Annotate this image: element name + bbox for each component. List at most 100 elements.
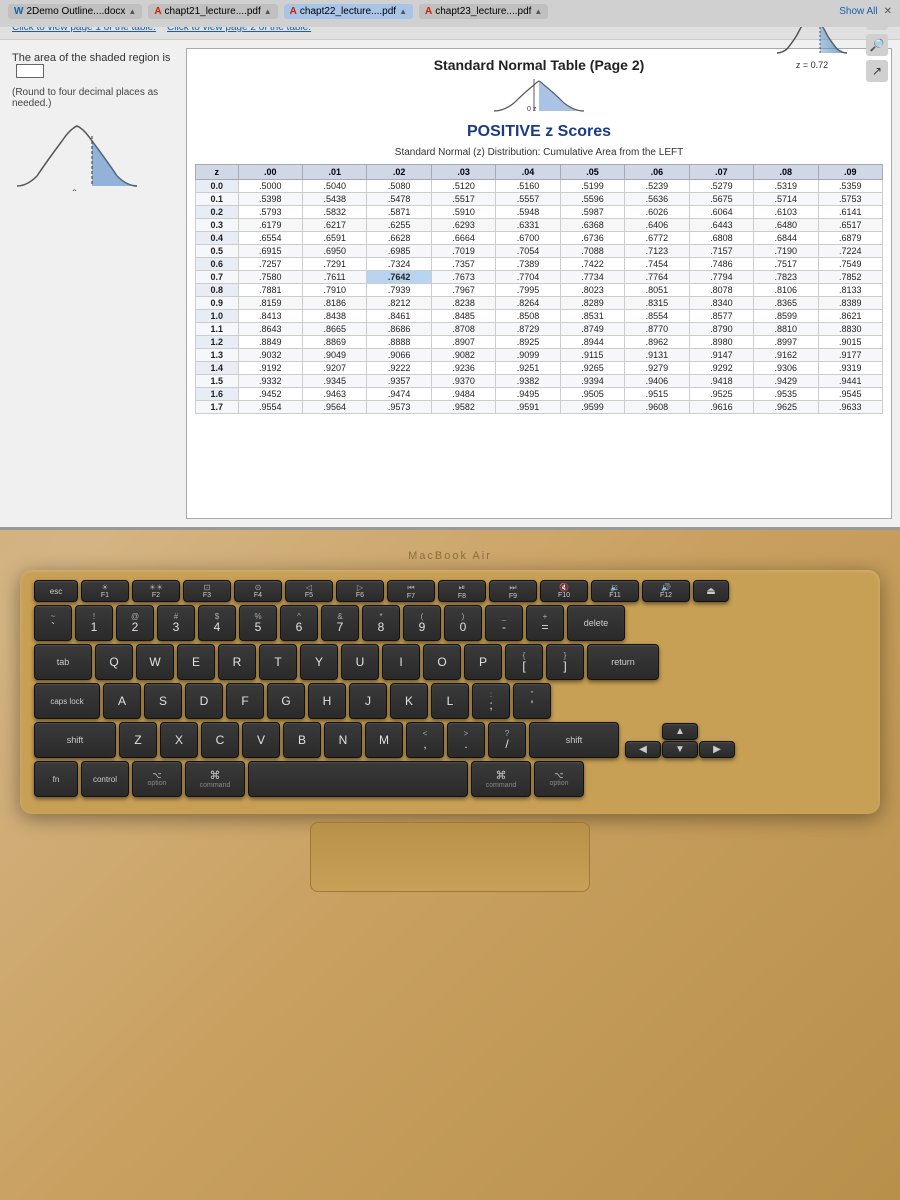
key-2[interactable]: @2 xyxy=(116,605,154,641)
table-cell: .9429 xyxy=(754,375,818,388)
key-e[interactable]: E xyxy=(177,644,215,680)
key-q[interactable]: Q xyxy=(95,644,133,680)
area-input[interactable] xyxy=(16,64,44,78)
key-x[interactable]: X xyxy=(160,722,198,758)
key-f10[interactable]: 🔇F10 xyxy=(540,580,588,602)
key-semicolon[interactable]: :; xyxy=(472,683,510,719)
table-cell: .5239 xyxy=(625,180,689,193)
key-backtick[interactable]: ~` xyxy=(34,605,72,641)
key-b[interactable]: B xyxy=(283,722,321,758)
key-comma[interactable]: <, xyxy=(406,722,444,758)
key-period[interactable]: >. xyxy=(447,722,485,758)
key-9[interactable]: (9 xyxy=(403,605,441,641)
key-1[interactable]: !1 xyxy=(75,605,113,641)
key-5[interactable]: %5 xyxy=(239,605,277,641)
key-f5[interactable]: ◁F5 xyxy=(285,580,333,602)
key-caps-lock[interactable]: caps lock xyxy=(34,683,100,719)
key-g[interactable]: G xyxy=(267,683,305,719)
taskbar-item-pdf3[interactable]: A chapt23_lecture....pdf ▲ xyxy=(419,4,548,19)
key-shift-left[interactable]: shift xyxy=(34,722,116,758)
key-v[interactable]: V xyxy=(242,722,280,758)
command-label-left: command xyxy=(200,782,231,789)
taskbar-item-pdf2[interactable]: A chapt22_lecture....pdf ▲ xyxy=(284,4,413,19)
table-cell: .8577 xyxy=(689,310,753,323)
table-cell: .5478 xyxy=(367,193,431,206)
key-power[interactable]: ⏏ xyxy=(693,580,729,602)
key-3[interactable]: #3 xyxy=(157,605,195,641)
key-f7[interactable]: ⏮F7 xyxy=(387,580,435,602)
key-p[interactable]: P xyxy=(464,644,502,680)
key-t[interactable]: T xyxy=(259,644,297,680)
key-f12[interactable]: 🔊F12 xyxy=(642,580,690,602)
key-o[interactable]: O xyxy=(423,644,461,680)
key-f3[interactable]: ⊡F3 xyxy=(183,580,231,602)
key-r[interactable]: R xyxy=(218,644,256,680)
key-8[interactable]: *8 xyxy=(362,605,400,641)
key-w[interactable]: W xyxy=(136,644,174,680)
key-j[interactable]: J xyxy=(349,683,387,719)
table-cell: .8944 xyxy=(560,336,624,349)
taskbar-item-docx[interactable]: W 2Demo Outline....docx ▲ xyxy=(8,4,142,19)
key-arrow-up[interactable]: ▲ xyxy=(662,723,698,740)
key-d[interactable]: D xyxy=(185,683,223,719)
external-link-icon[interactable]: ↗ xyxy=(866,60,888,82)
table-row: 0.9.8159.8186.8212.8238.8264.8289.8315.8… xyxy=(196,297,883,310)
key-7[interactable]: &7 xyxy=(321,605,359,641)
key-option-right[interactable]: ⌥ option xyxy=(534,761,584,797)
key-f4[interactable]: ⊙F4 xyxy=(234,580,282,602)
key-4[interactable]: $4 xyxy=(198,605,236,641)
touchpad[interactable] xyxy=(310,822,590,892)
key-f9[interactable]: ⏭F9 xyxy=(489,580,537,602)
key-0[interactable]: )0 xyxy=(444,605,482,641)
table-cell: .7794 xyxy=(689,271,753,284)
key-return[interactable]: return xyxy=(587,644,659,680)
key-c[interactable]: C xyxy=(201,722,239,758)
key-fn[interactable]: fn xyxy=(34,761,78,797)
zoom-in-icon[interactable]: 🔎 xyxy=(866,34,888,56)
key-option-left[interactable]: ⌥ option xyxy=(132,761,182,797)
key-f[interactable]: F xyxy=(226,683,264,719)
key-6[interactable]: ^6 xyxy=(280,605,318,641)
table-cell: .9505 xyxy=(560,388,624,401)
key-quote[interactable]: "' xyxy=(513,683,551,719)
key-bracket-right[interactable]: }] xyxy=(546,644,584,680)
key-tab[interactable]: tab xyxy=(34,644,92,680)
key-f8[interactable]: ⏯F8 xyxy=(438,580,486,602)
key-f2[interactable]: ☀☀F2 xyxy=(132,580,180,602)
key-z[interactable]: Z xyxy=(119,722,157,758)
key-space[interactable] xyxy=(248,761,468,797)
key-arrow-right[interactable]: ▶ xyxy=(699,741,735,758)
key-esc[interactable]: esc xyxy=(34,580,78,602)
key-f1[interactable]: ☀F1 xyxy=(81,580,129,602)
taskbar-item-pdf1[interactable]: A chapt21_lecture....pdf ▲ xyxy=(148,4,277,19)
key-command-left[interactable]: ⌘ command xyxy=(185,761,245,797)
key-l[interactable]: L xyxy=(431,683,469,719)
show-all-button[interactable]: Show All xyxy=(839,6,877,17)
key-u[interactable]: U xyxy=(341,644,379,680)
key-bracket-left[interactable]: {[ xyxy=(505,644,543,680)
key-minus[interactable]: _- xyxy=(485,605,523,641)
key-control[interactable]: control xyxy=(81,761,129,797)
key-slash[interactable]: ?/ xyxy=(488,722,526,758)
key-k[interactable]: K xyxy=(390,683,428,719)
key-arrow-left[interactable]: ◀ xyxy=(625,741,661,758)
key-f11[interactable]: 🔉F11 xyxy=(591,580,639,602)
table-cell: .9441 xyxy=(818,375,882,388)
key-shift-right[interactable]: shift xyxy=(529,722,619,758)
key-i[interactable]: I xyxy=(382,644,420,680)
key-h[interactable]: H xyxy=(308,683,346,719)
key-arrow-down[interactable]: ▼ xyxy=(662,741,698,758)
close-icon[interactable]: ✕ xyxy=(884,6,892,17)
key-n[interactable]: N xyxy=(324,722,362,758)
key-a[interactable]: A xyxy=(103,683,141,719)
table-cell: .8133 xyxy=(818,284,882,297)
key-y[interactable]: Y xyxy=(300,644,338,680)
key-s[interactable]: S xyxy=(144,683,182,719)
key-f6[interactable]: ▷F6 xyxy=(336,580,384,602)
key-m[interactable]: M xyxy=(365,722,403,758)
key-equals[interactable]: += xyxy=(526,605,564,641)
key-delete[interactable]: delete xyxy=(567,605,625,641)
key-command-right[interactable]: ⌘ command xyxy=(471,761,531,797)
table-cell: .7704 xyxy=(496,271,560,284)
table-cell: .5438 xyxy=(303,193,367,206)
